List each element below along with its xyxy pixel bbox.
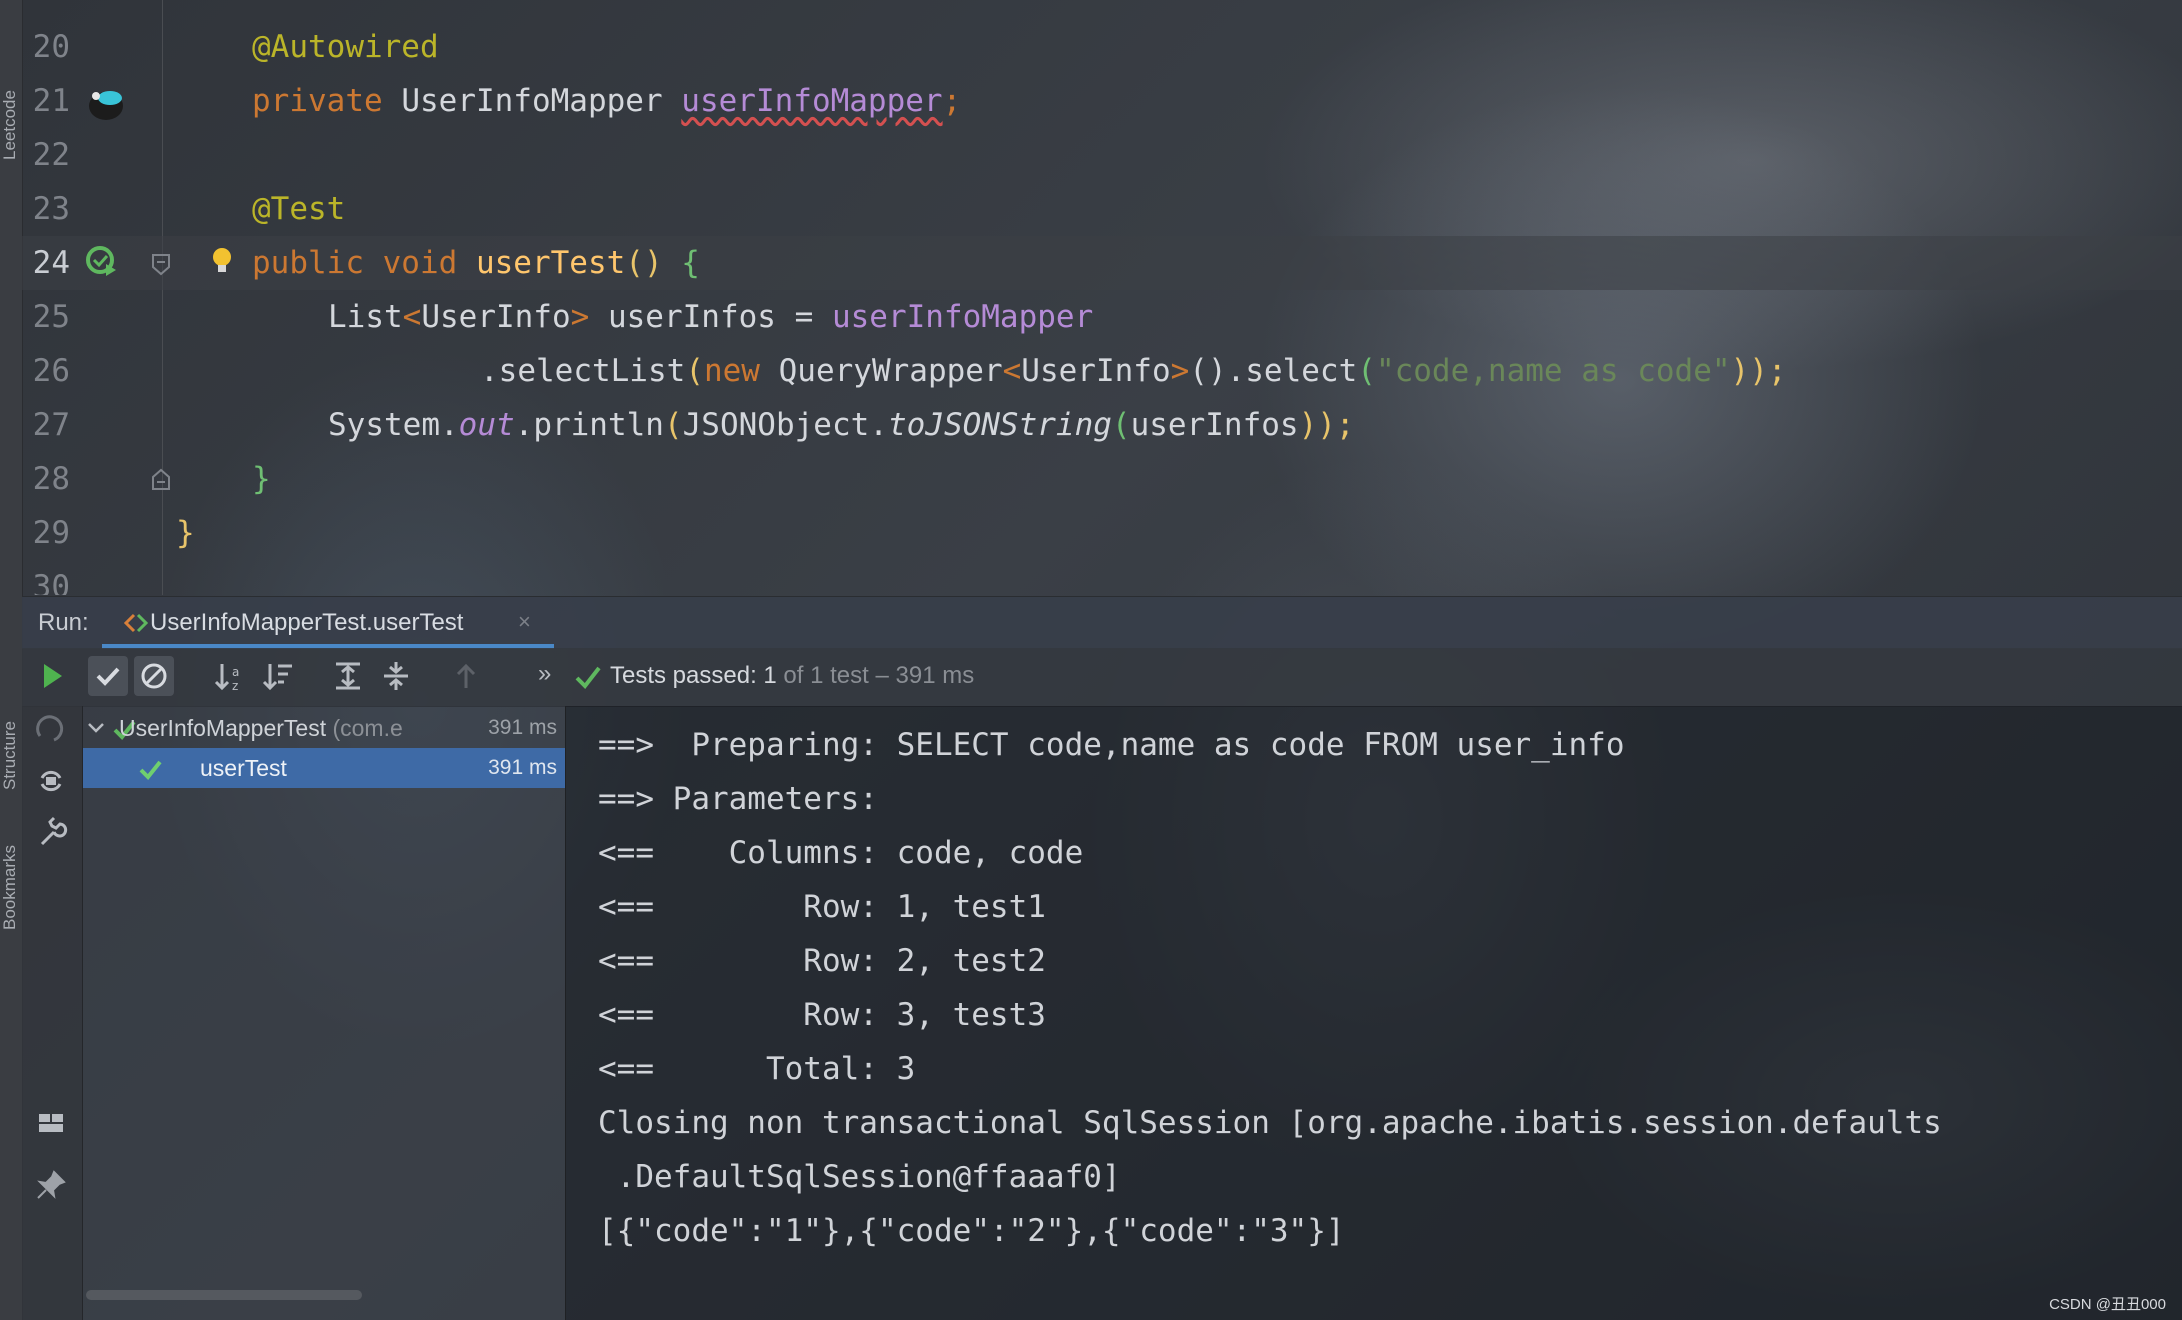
code-text: .selectList(new QueryWrapper<UserInfo>()… (480, 353, 1787, 389)
test-config-icon (124, 613, 148, 633)
show-ignored-button[interactable] (134, 656, 174, 696)
console-line: <== Row: 2, test2 (598, 943, 1046, 979)
code-line: 28 } (22, 452, 2182, 506)
console-line: .DefaultSqlSession@ffaaaf0] (598, 1159, 1121, 1195)
code-line: 22 (22, 128, 2182, 182)
line-number: 28 (32, 461, 70, 497)
run-side-toolbar (22, 706, 83, 1320)
code-text: } (176, 515, 195, 551)
rerun-failed-icon[interactable] (34, 764, 68, 798)
layout-icon[interactable] (34, 1106, 68, 1140)
tree-package-name: (com.e (326, 715, 403, 741)
show-passed-button[interactable] (88, 656, 128, 696)
fold-icon[interactable] (150, 252, 172, 276)
code-text: @Test (252, 191, 346, 227)
code-line: 27 System.out.println(JSONObject.toJSONS… (22, 398, 2182, 452)
console-output[interactable]: ==> Preparing: SELECT code,name as code … (566, 706, 2182, 1320)
tests-detail-text: of 1 test – 391 ms (776, 662, 975, 689)
svg-text:z: z (232, 679, 238, 693)
structure-tool-tab[interactable]: Structure (0, 680, 22, 790)
code-editor[interactable]: 20 @Autowired 21 private UserInfoMapper … (22, 0, 2182, 595)
console-line: <== Columns: code, code (598, 835, 1084, 871)
code-text: private UserInfoMapper userInfoMapper; (252, 83, 962, 119)
run-tab[interactable]: UserInfoMapperTest.userTest (102, 597, 487, 649)
svg-text:a: a (232, 665, 239, 679)
line-number: 27 (32, 407, 70, 443)
console-line: Closing non transactional SqlSession [or… (598, 1105, 1942, 1141)
pin-icon[interactable] (34, 1168, 68, 1202)
line-number: 30 (32, 569, 70, 595)
test-results-tree: UserInfoMapperTest (com.e 391 ms userTes… (83, 706, 566, 1320)
bean-injection-icon[interactable] (84, 80, 130, 124)
watermark: CSDN @丑丑000 (2049, 1296, 2166, 1313)
tree-horizontal-scrollbar[interactable] (86, 1290, 362, 1300)
chevron-down-icon[interactable] (87, 720, 105, 736)
stop-icon[interactable] (34, 712, 68, 746)
tree-duration: 391 ms (488, 756, 557, 779)
line-number: 23 (32, 191, 70, 227)
run-tab-title: UserInfoMapperTest.userTest (150, 609, 464, 636)
tests-status: Tests passed: 1 of 1 test – 391 ms (610, 662, 974, 690)
run-test-gutter-icon[interactable] (86, 246, 120, 280)
line-number: 20 (32, 29, 70, 65)
code-line: 20 @Autowired (22, 20, 2182, 74)
code-line: 26 .selectList(new QueryWrapper<UserInfo… (22, 344, 2182, 398)
fold-end-icon[interactable] (150, 468, 172, 492)
console-line: <== Row: 1, test1 (598, 889, 1046, 925)
collapse-all-icon[interactable] (376, 656, 416, 696)
sort-duration-icon[interactable] (258, 656, 298, 696)
line-number: 24 (32, 245, 70, 281)
leetcode-tool-tab[interactable]: Leetcode (0, 40, 22, 160)
console-line: ==> Preparing: SELECT code,name as code … (598, 727, 1625, 763)
tree-duration: 391 ms (488, 716, 557, 739)
console-line: <== Row: 3, test3 (598, 997, 1046, 1033)
tests-passed-text: Tests passed: 1 (610, 662, 777, 689)
console-line: [{"code":"1"},{"code":"2"},{"code":"3"}] (598, 1213, 1345, 1249)
code-text: @Autowired (252, 29, 439, 65)
sort-alpha-icon[interactable]: a z (210, 656, 250, 696)
expand-all-icon[interactable] (328, 656, 368, 696)
left-tool-strip: Leetcode Structure Bookmarks (0, 0, 23, 1320)
code-text: } (252, 461, 271, 497)
code-line: 29 } (22, 506, 2182, 560)
more-actions-chevron-icon[interactable]: » (538, 660, 551, 688)
line-number: 22 (32, 137, 70, 173)
bookmarks-tool-tab[interactable]: Bookmarks (0, 800, 22, 930)
passed-check-icon (139, 760, 162, 780)
tree-row-test-class[interactable]: UserInfoMapperTest (com.e 391 ms (83, 708, 565, 748)
code-line: 30 (22, 560, 2182, 595)
settings-wrench-icon[interactable] (34, 816, 68, 850)
line-number: 29 (32, 515, 70, 551)
check-icon (96, 667, 120, 686)
close-icon[interactable]: × (518, 609, 531, 635)
code-line: 25 List<UserInfo> userInfos = userInfoMa… (22, 290, 2182, 344)
tree-class-name: UserInfoMapperTest (119, 715, 327, 741)
code-line: 21 private UserInfoMapper userInfoMapper… (22, 74, 2182, 128)
tree-method-name: userTest (200, 755, 287, 781)
code-text: System.out.println(JSONObject.toJSONStri… (328, 407, 1355, 443)
line-number: 25 (32, 299, 70, 335)
run-label: Run: (38, 609, 89, 636)
line-number: 26 (32, 353, 70, 389)
code-line-current: 24 public void userTest() { (22, 236, 2182, 290)
tree-row-test-method[interactable]: userTest 391 ms (83, 748, 565, 788)
lightbulb-icon[interactable] (210, 246, 234, 278)
code-text: public void userTest() { (252, 245, 700, 281)
run-tool-window-header: Run: UserInfoMapperTest.userTest × (22, 596, 2182, 649)
console-line: <== Total: 3 (598, 1051, 916, 1087)
console-line: ==> Parameters: (598, 781, 897, 817)
run-toolbar: a z » Tests passed: 1 of 1 test – 391 ms (22, 648, 2182, 707)
code-text: List<UserInfo> userInfos = userInfoMappe… (328, 299, 1094, 335)
passed-check-icon (575, 666, 601, 690)
line-number: 21 (32, 83, 70, 119)
tree-label: UserInfoMapperTest (com.e (119, 708, 447, 748)
previous-failed-icon[interactable] (446, 656, 486, 696)
ignored-icon (141, 663, 167, 689)
code-line: 23 @Test (22, 182, 2182, 236)
rerun-icon[interactable] (32, 656, 72, 696)
